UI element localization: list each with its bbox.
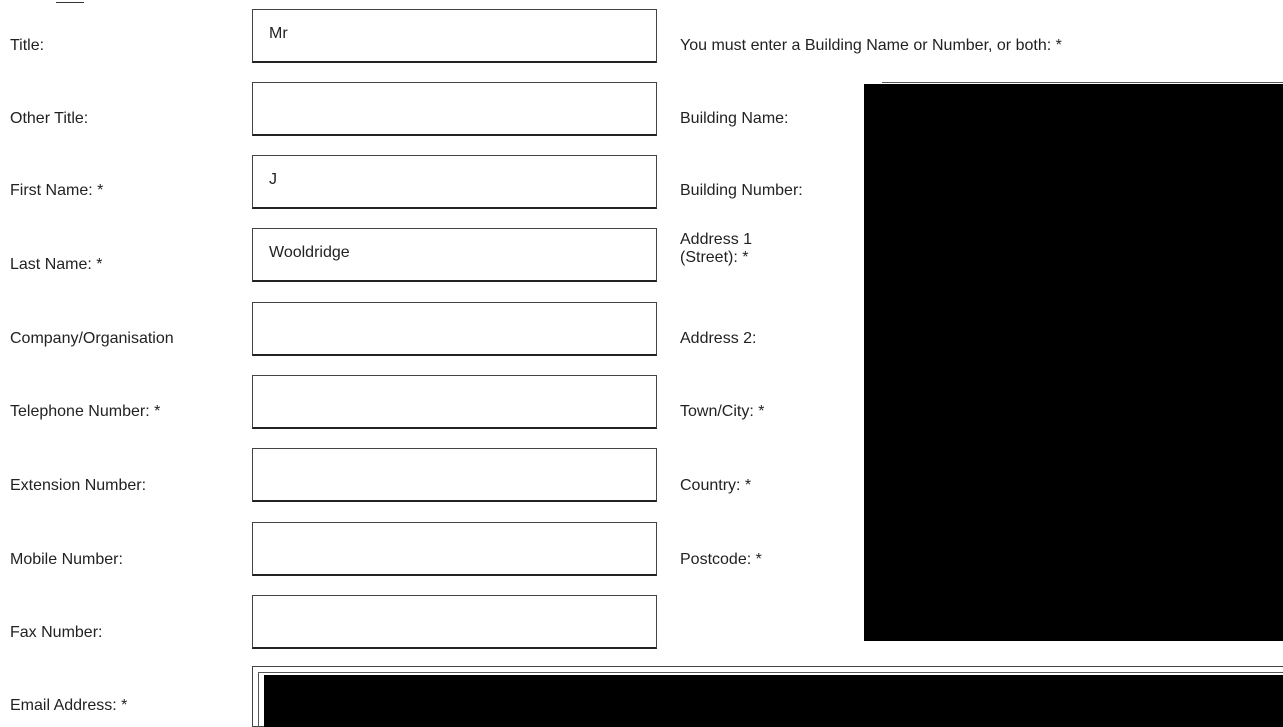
title-value: Mr xyxy=(269,25,288,42)
postcode-label: Postcode: * xyxy=(680,551,762,568)
address1-label: Address 1 (Street): * xyxy=(680,231,752,267)
company-label: Company/Organisation xyxy=(10,330,174,347)
last-name-field[interactable]: Wooldridge xyxy=(252,228,657,282)
telephone-label: Telephone Number: * xyxy=(10,403,161,420)
extension-label: Extension Number: xyxy=(10,477,147,494)
fax-field[interactable] xyxy=(252,595,657,649)
email-label: Email Address: * xyxy=(10,697,128,714)
town-city-label: Town/City: * xyxy=(680,403,765,420)
country-label: Country: * xyxy=(680,477,752,494)
address2-label: Address 2: xyxy=(680,330,757,347)
telephone-field[interactable] xyxy=(252,375,657,429)
address1-label-line2: (Street): * xyxy=(680,249,749,266)
contact-details-form: Title: Other Title: First Name: * Last N… xyxy=(0,0,1283,727)
company-field[interactable] xyxy=(252,302,657,356)
mobile-field[interactable] xyxy=(252,522,657,576)
last-name-value: Wooldridge xyxy=(269,244,350,261)
first-name-field[interactable]: J xyxy=(252,155,657,209)
title-field[interactable]: Mr xyxy=(252,9,657,63)
address1-label-line1: Address 1 xyxy=(680,231,753,248)
first-name-value: J xyxy=(269,171,277,188)
first-name-label: First Name: * xyxy=(10,182,104,199)
fax-label: Fax Number: xyxy=(10,624,103,641)
address-instruction: You must enter a Building Name or Number… xyxy=(680,37,1062,54)
clipped-heading-fragment xyxy=(56,0,84,3)
mobile-label: Mobile Number: xyxy=(10,551,123,568)
address-fields-redaction xyxy=(864,84,1283,641)
last-name-label: Last Name: * xyxy=(10,256,103,273)
building-name-label: Building Name: xyxy=(680,110,789,127)
other-title-field[interactable] xyxy=(252,82,657,136)
title-label: Title: xyxy=(10,37,45,54)
email-value-redaction xyxy=(264,675,1283,727)
extension-field[interactable] xyxy=(252,448,657,502)
building-number-label: Building Number: xyxy=(680,182,803,199)
other-title-label: Other Title: xyxy=(10,110,89,127)
